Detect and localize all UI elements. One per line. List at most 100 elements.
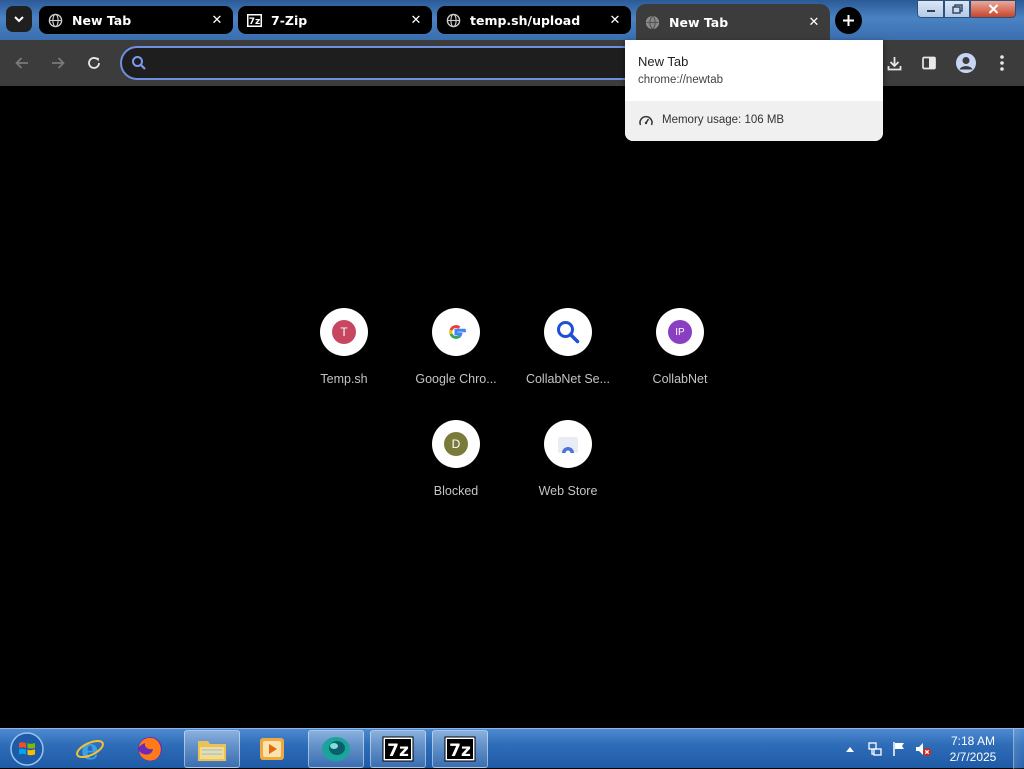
clock-time: 7:18 AM — [950, 734, 996, 748]
tab-label: New Tab — [72, 12, 132, 28]
globe-icon — [644, 14, 660, 30]
taskbar-7zip-1[interactable]: 7z — [370, 730, 426, 768]
shortcut-temp-sh[interactable]: T Temp.sh — [288, 308, 400, 408]
shortcut-label: Web Store — [538, 484, 598, 498]
file-explorer-icon — [198, 741, 226, 761]
profile-avatar-icon — [956, 53, 976, 73]
volume-muted-icon — [916, 743, 931, 756]
taskbar-7zip-2[interactable]: 7z — [432, 730, 488, 768]
magnifier-icon — [557, 321, 580, 344]
plus-icon — [843, 15, 854, 26]
windows-start-icon — [10, 732, 44, 766]
menu-button[interactable] — [988, 49, 1016, 77]
show-hidden-icons-button[interactable] — [843, 729, 857, 769]
close-icon[interactable]: ✕ — [408, 12, 424, 28]
chevron-down-icon — [14, 16, 24, 23]
tab-new-tab-active[interactable]: New Tab ✕ — [636, 4, 830, 40]
downloads-button[interactable] — [880, 49, 908, 77]
webstore-icon — [558, 437, 578, 454]
chrome-icon — [322, 737, 350, 761]
minimize-button[interactable] — [917, 0, 944, 18]
taskbar-clock[interactable]: 7:18 AM 2/7/2025 — [936, 733, 1010, 765]
profile-button[interactable] — [952, 49, 980, 77]
arrow-right-icon — [52, 57, 65, 69]
new-tab-button[interactable] — [835, 7, 862, 34]
letter-avatar-icon: T — [332, 320, 356, 344]
start-button[interactable] — [5, 730, 49, 768]
shortcut-icon-circle: IP — [656, 308, 704, 356]
back-button[interactable] — [8, 49, 36, 77]
search-icon — [128, 53, 150, 73]
shortcut-label: Google Chro... — [415, 372, 497, 386]
shortcut-web-store[interactable]: Web Store — [512, 420, 624, 520]
svg-text:e: e — [81, 734, 99, 764]
shortcut-collabnet-search[interactable]: CollabNet Se... — [512, 308, 624, 408]
shortcut-label: Temp.sh — [320, 372, 368, 386]
side-panel-button[interactable] — [915, 49, 943, 77]
svg-text:7z: 7z — [387, 741, 409, 761]
forward-button[interactable] — [44, 49, 72, 77]
shortcut-icon-circle — [544, 420, 592, 468]
taskbar-firefox[interactable] — [122, 730, 178, 768]
close-icon[interactable]: ✕ — [607, 12, 623, 28]
window-controls — [917, 0, 1016, 18]
restore-button[interactable] — [944, 0, 970, 18]
firefox-icon — [138, 737, 162, 761]
tab-new-tab-1[interactable]: New Tab ✕ — [39, 6, 233, 34]
clock-date: 2/7/2025 — [949, 750, 997, 764]
taskbar-internet-explorer[interactable]: e — [62, 730, 118, 768]
internet-explorer-icon: e — [76, 734, 104, 764]
svg-text:7z: 7z — [449, 741, 471, 761]
hover-card-url: chrome://newtab — [638, 74, 724, 86]
kebab-menu-icon — [1000, 55, 1004, 71]
tab-7zip[interactable]: 7z 7-Zip ✕ — [238, 6, 432, 34]
hover-card-title: New Tab — [638, 54, 689, 69]
shortcut-icon-circle: T — [320, 308, 368, 356]
side-panel-icon — [922, 56, 936, 70]
shortcut-label: Blocked — [433, 484, 479, 498]
window-close-button[interactable] — [970, 0, 1016, 18]
close-icon — [988, 4, 998, 14]
tab-label: temp.sh/upload — [470, 12, 581, 28]
globe-icon — [47, 12, 63, 28]
close-icon[interactable]: ✕ — [806, 14, 822, 30]
tab-hover-card: New Tab chrome://newtab Memory usage: 10… — [625, 40, 883, 141]
shortcut-collabnet[interactable]: IP CollabNet — [624, 308, 736, 408]
globe-icon — [445, 12, 461, 28]
sevenzip-icon: 7z — [246, 12, 262, 28]
reload-icon — [88, 57, 100, 69]
letter-avatar-icon: D — [444, 432, 468, 456]
shortcut-blocked[interactable]: D Blocked — [400, 420, 512, 520]
show-desktop-button[interactable] — [1013, 729, 1024, 769]
shortcut-icon-circle: D — [432, 420, 480, 468]
reload-button[interactable] — [80, 49, 108, 77]
tray-action-center[interactable] — [889, 729, 909, 769]
minimize-icon — [926, 10, 935, 12]
shortcut-label: CollabNet Se... — [525, 372, 611, 386]
taskbar-file-explorer[interactable] — [184, 730, 240, 768]
network-icon — [868, 742, 882, 756]
google-icon — [449, 324, 466, 340]
chevron-up-icon — [846, 747, 854, 752]
windows-taskbar: e 7z 7z 7:18 AM 2/7/2025 — [0, 728, 1024, 769]
tab-temp-sh-upload[interactable]: temp.sh/upload ✕ — [437, 6, 631, 34]
shortcut-google-chrome[interactable]: Google Chro... — [400, 308, 512, 408]
letter-avatar-icon: IP — [668, 320, 692, 344]
address-bar[interactable] — [120, 46, 660, 80]
tab-label: 7-Zip — [271, 12, 308, 28]
hover-card-memory-row: Memory usage: 106 MB — [625, 101, 883, 141]
restore-icon — [951, 4, 963, 14]
flag-icon — [893, 742, 904, 756]
tab-search-button[interactable] — [6, 6, 32, 32]
arrow-left-icon — [15, 57, 28, 69]
taskbar-media-player[interactable] — [244, 730, 300, 768]
shortcut-icon-circle — [432, 308, 480, 356]
close-icon[interactable]: ✕ — [209, 12, 225, 28]
address-input[interactable] — [156, 52, 636, 74]
tray-network[interactable] — [865, 729, 885, 769]
tray-volume[interactable] — [913, 729, 933, 769]
shortcut-icon-circle — [544, 308, 592, 356]
taskbar-chrome[interactable] — [308, 730, 364, 768]
sevenzip-icon: 7z — [382, 736, 414, 762]
download-icon — [887, 56, 901, 70]
